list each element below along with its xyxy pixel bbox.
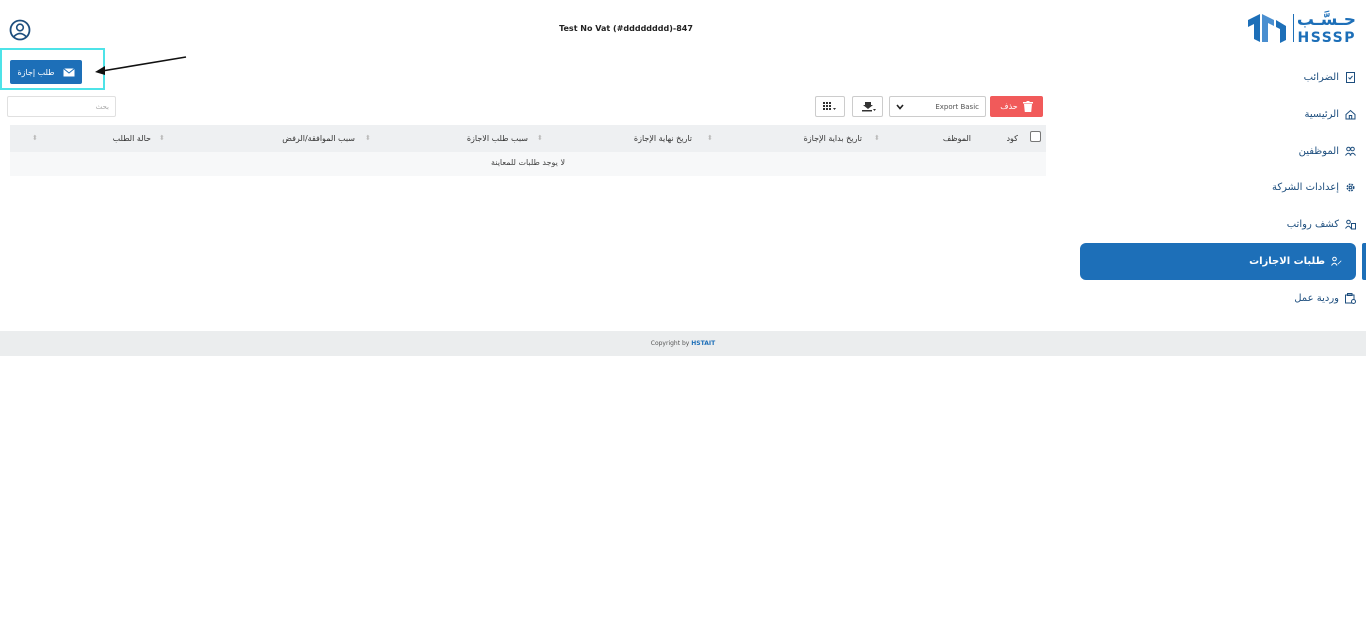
tax-icon (1346, 71, 1355, 83)
sidebar-item-label: وردية عمل (1294, 292, 1339, 304)
search-input[interactable] (7, 96, 116, 117)
download-icon (861, 102, 876, 112)
sidebar-item-taxes[interactable]: الضرائب (1086, 63, 1356, 91)
active-indicator (1362, 243, 1366, 280)
columns-toggle-button[interactable] (815, 96, 845, 117)
export-type-select[interactable]: Export Basic (889, 96, 986, 117)
payroll-icon (1345, 219, 1356, 229)
envelope-icon (62, 67, 75, 76)
sort-icon[interactable]: ⬍ (707, 134, 713, 142)
logo-mark-icon (1248, 14, 1286, 43)
column-header-end-date[interactable]: تاريخ نهاية الإجازة (634, 134, 692, 143)
shift-icon (1345, 292, 1356, 304)
pointer-arrow (95, 56, 187, 75)
delete-button[interactable]: حذف (990, 96, 1043, 117)
table-header: كود الموظف ⬍ تاريخ بداية الإجازة ⬍ تاريخ… (10, 125, 1046, 152)
leave-requests-table: كود الموظف ⬍ تاريخ بداية الإجازة ⬍ تاريخ… (10, 125, 1046, 176)
sidebar-item-label: الرئيسية (1304, 108, 1339, 120)
sidebar-item-payroll[interactable]: كشف رواتب (1086, 210, 1356, 238)
logo-arabic: حـسَّـب (1296, 10, 1356, 30)
sidebar-item-employees[interactable]: الموظفين (1086, 137, 1356, 165)
settings-icon (1346, 182, 1355, 192)
footer-brand-link[interactable]: HSTAIT (691, 340, 715, 347)
sort-icon[interactable]: ⬍ (874, 134, 880, 142)
leave-request-button[interactable]: طلب إجازة (10, 60, 82, 84)
sidebar-item-label: كشف رواتب (1286, 218, 1339, 230)
leave-request-label: طلب إجازة (17, 67, 55, 77)
footer: Copyright by HSTAIT (0, 331, 1366, 356)
trash-icon (1022, 101, 1033, 112)
sort-icon[interactable]: ⬍ (537, 134, 543, 142)
column-header-code[interactable]: كود (1006, 134, 1018, 143)
chevron-down-icon (896, 103, 904, 110)
sidebar-item-company-settings[interactable]: إعدادات الشركة (1086, 173, 1356, 201)
grid-icon (823, 102, 836, 110)
user-profile-icon[interactable] (9, 19, 31, 41)
sidebar-item-work-shift[interactable]: وردية عمل (1086, 284, 1356, 312)
sidebar-item-home[interactable]: الرئيسية (1086, 100, 1356, 128)
home-icon (1345, 109, 1356, 119)
sidebar-item-label: الموظفين (1298, 145, 1339, 157)
sort-icon[interactable]: ⬍ (32, 134, 38, 142)
column-header-reason[interactable]: سبب طلب الاجازة (467, 134, 528, 143)
sidebar-item-label: طلبات الاجازات (1249, 256, 1325, 267)
column-header-start-date[interactable]: تاريخ بداية الإجازة (804, 134, 862, 143)
brand-logo[interactable]: حـسَّـب HSSSP (1246, 10, 1356, 46)
column-header-employee[interactable]: الموظف (943, 134, 971, 143)
sidebar-item-label: الضرائب (1303, 71, 1339, 83)
sidebar-item-leave-requests[interactable]: طلبات الاجازات (1080, 243, 1356, 280)
select-all-checkbox[interactable] (1030, 131, 1041, 142)
sidebar-item-label: إعدادات الشركة (1272, 181, 1339, 193)
sort-icon[interactable]: ⬍ (365, 134, 371, 142)
footer-copyright: Copyright by (650, 340, 690, 347)
delete-label: حذف (1000, 102, 1018, 111)
column-header-approval-reason[interactable]: سبب الموافقة/الرفض (282, 134, 355, 143)
empty-table-message: لا يوجد طلبات للمعاينة (490, 158, 566, 167)
company-title: Test No Vat (#dddddddd)-847 (559, 24, 693, 33)
export-type-value: Export Basic (935, 102, 979, 111)
leave-requests-icon (1331, 256, 1342, 266)
logo-english: HSSSP (1297, 30, 1356, 46)
column-header-status[interactable]: حالة الطلب (113, 134, 151, 143)
employees-icon (1345, 146, 1356, 156)
export-button[interactable] (852, 96, 883, 117)
sort-icon[interactable]: ⬍ (159, 134, 165, 142)
